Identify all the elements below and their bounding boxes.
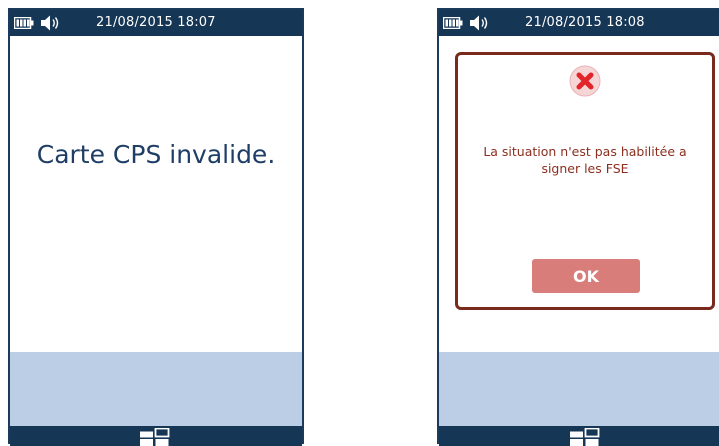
speaker-icon	[470, 15, 488, 31]
datetime: 21/08/2015 18:07	[96, 15, 216, 30]
dialog-message: La situation n'est pas habilitée a signe…	[464, 143, 706, 177]
speaker-icon	[41, 15, 59, 31]
bottom-panel	[10, 352, 302, 426]
terminal-screen-right: 21/08/2015 18:08 La situation n'est pas …	[437, 8, 719, 446]
content-area: La situation n'est pas habilitée a signe…	[439, 36, 719, 352]
battery-icon	[14, 17, 34, 29]
menu-grid-icon[interactable]	[139, 428, 171, 446]
ok-button[interactable]: OK	[532, 259, 640, 293]
bottom-bar	[439, 426, 719, 446]
menu-grid-icon[interactable]	[569, 428, 601, 446]
error-dialog: La situation n'est pas habilitée a signe…	[455, 52, 715, 310]
bottom-bar	[10, 426, 302, 446]
card-status-message: Carte CPS invalide.	[36, 140, 276, 169]
terminal-screen-left: 21/08/2015 18:07 Carte CPS invalide.	[8, 8, 304, 446]
dialog-message-line1: La situation n'est pas habilitée a	[483, 144, 687, 159]
error-x-icon	[569, 65, 601, 97]
dialog-message-line2: signer les FSE	[541, 161, 629, 176]
datetime: 21/08/2015 18:08	[525, 15, 645, 30]
status-bar: 21/08/2015 18:08	[439, 10, 719, 36]
content-area: Carte CPS invalide.	[10, 36, 302, 352]
battery-icon	[443, 17, 463, 29]
status-bar: 21/08/2015 18:07	[10, 10, 302, 36]
bottom-panel	[439, 352, 719, 426]
